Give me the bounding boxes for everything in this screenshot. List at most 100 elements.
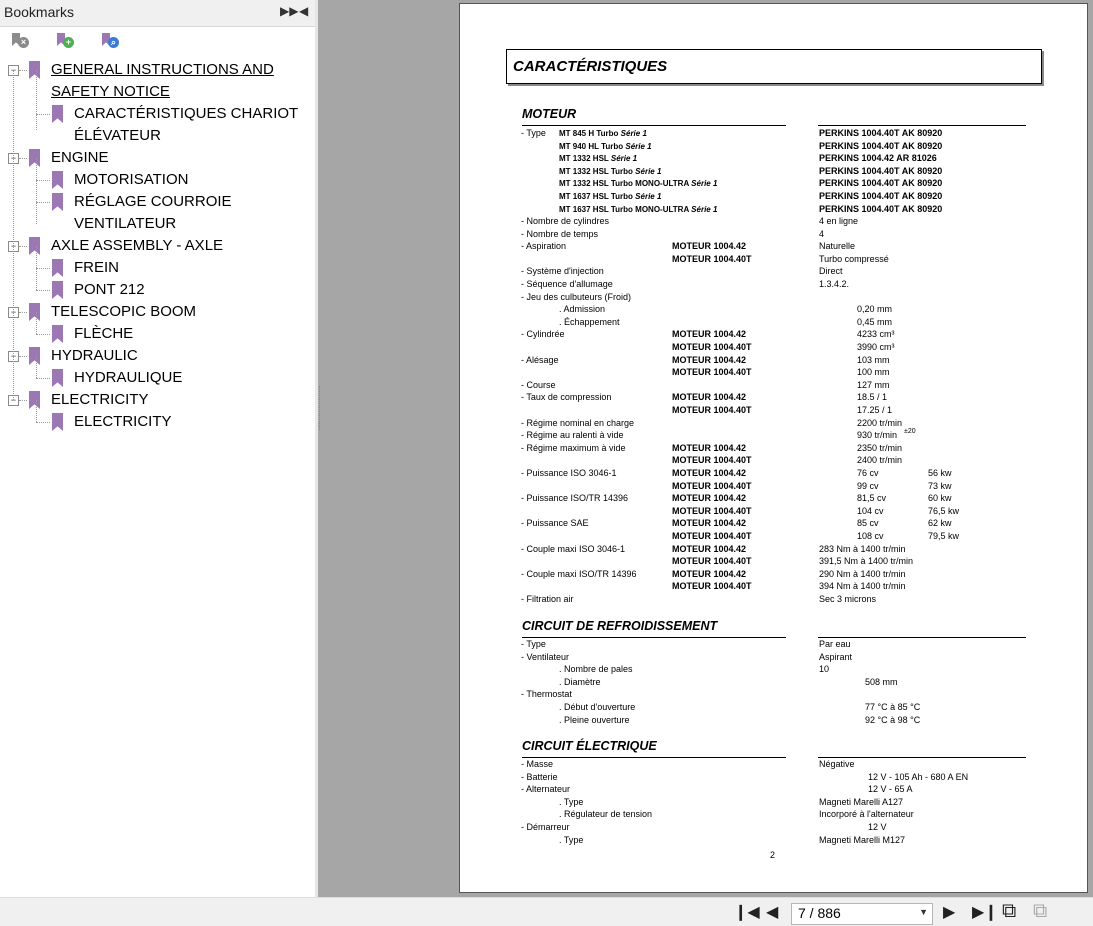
spec-label: . Admission <box>559 304 606 315</box>
delete-icon: × <box>18 37 29 48</box>
spec-value-kw: 56 kw <box>928 468 952 478</box>
bookmark-item[interactable]: − HYDRAULIC <box>0 346 315 368</box>
bookmark-icon <box>29 391 40 409</box>
tree-connector <box>36 202 50 203</box>
bookmark-item[interactable]: VENTILATEUR <box>0 214 315 236</box>
chevron-down-icon: ▼ <box>919 907 928 917</box>
expand-panel-icon[interactable]: ▶▶ <box>280 4 298 18</box>
engine-variant: MOTEUR 1004.42 <box>672 392 747 403</box>
engine-variant: MOTEUR 1004.40T <box>672 367 752 378</box>
bookmark-label: ÉLÉVATEUR <box>74 127 161 144</box>
spec-value-kw: 76,5 kw <box>928 505 960 516</box>
search-icon: ⌕ <box>108 37 119 48</box>
spec-label: - Puissance SAE <box>521 518 589 529</box>
spec-value: 4233 cm³ <box>857 329 895 340</box>
delete-bookmark-button[interactable]: × <box>11 31 31 51</box>
splitter-grip[interactable] <box>319 386 322 430</box>
engine-variant: MOTEUR 1004.40T <box>672 480 752 491</box>
spec-value: 104 cv <box>857 505 884 516</box>
bookmark-item[interactable]: − GENERAL INSTRUCTIONS AND <box>0 60 315 82</box>
model-serie: Série 1 <box>691 179 718 189</box>
bookmark-item[interactable]: MOTORISATION <box>0 170 315 192</box>
bookmark-item[interactable]: ELECTRICITY <box>0 412 315 434</box>
engine-variant: MOTEUR 1004.42 <box>672 493 747 504</box>
spec-label: - Régime maximum à vide <box>521 442 626 453</box>
bookmark-item[interactable]: RÉGLAGE COURROIE <box>0 192 315 214</box>
bookmark-item[interactable]: − AXLE ASSEMBLY - AXLE <box>0 236 315 258</box>
bookmark-item[interactable]: − TELESCOPIC BOOM <box>0 302 315 324</box>
page-selector[interactable]: 7 / 886 ▼ <box>791 903 933 925</box>
bookmark-icon <box>29 237 40 255</box>
model-name-text: MT 845 H Turbo <box>559 129 619 138</box>
bookmarks-panel: Bookmarks ▶▶ ◀ × + ⌕ − GENERAL INSTRUCTIO… <box>0 0 315 897</box>
bookmark-label: CARACTÉRISTIQUES CHARIOT <box>74 105 299 122</box>
spec-label: . Début d'ouverture <box>559 702 636 712</box>
previous-page-button[interactable]: ◀ <box>766 902 778 922</box>
find-bookmark-button[interactable]: ⌕ <box>101 31 121 51</box>
bookmark-item[interactable]: PONT 212 <box>0 280 315 302</box>
tree-connector <box>36 312 37 334</box>
spec-label: - Alésage <box>521 354 559 365</box>
next-page-button[interactable]: ▶ <box>943 902 955 922</box>
bookmark-item[interactable]: CARACTÉRISTIQUES CHARIOT <box>0 104 315 126</box>
bookmark-item[interactable]: FREIN <box>0 258 315 280</box>
spec-value: Naturelle <box>819 241 856 252</box>
tree-connector <box>36 70 37 130</box>
spec-value: 108 cv <box>857 531 884 541</box>
previous-view-icon[interactable]: ⧉ <box>1002 900 1016 923</box>
model-name: MT 940 HL Turbo Série 1 <box>559 141 652 152</box>
spec-value: 930 tr/min <box>857 430 898 441</box>
spec-value: 508 mm <box>865 676 898 687</box>
spec-value: 4 <box>819 228 825 239</box>
engine-reference: PERKINS 1004.40T AK 80920 <box>819 128 943 138</box>
bookmark-icon <box>29 347 40 365</box>
first-page-button[interactable]: ❙◀ <box>734 902 760 922</box>
bookmark-label: MOTORISATION <box>74 171 189 188</box>
model-serie: Série 1 <box>691 204 718 214</box>
section-rule <box>522 637 786 638</box>
add-bookmark-button[interactable]: + <box>56 31 76 51</box>
spec-label: - Démarreur <box>521 822 570 832</box>
spec-value: 10 <box>819 664 830 675</box>
bookmark-item[interactable]: − ELECTRICITY <box>0 390 315 412</box>
collapse-panel-icon[interactable]: ◀ <box>299 4 308 18</box>
bookmark-item[interactable]: SAFETY NOTICE <box>0 82 315 104</box>
model-name: MT 1332 HSL Série 1 <box>559 153 637 164</box>
spec-label: - Course <box>521 379 556 390</box>
model-name: MT 1637 HSL Turbo MONO-ULTRA Série 1 <box>559 204 717 215</box>
spec-label: - Alternateur <box>521 784 571 795</box>
tree-connector <box>19 356 27 357</box>
spec-value: 394 Nm à 1400 tr/min <box>819 581 906 592</box>
spec-label: - Puissance ISO/TR 14396 <box>521 493 629 504</box>
tolerance-note: ±20 <box>904 428 916 436</box>
page-number: 2 <box>770 850 776 860</box>
spec-value: 92 °C à 98 °C <box>865 714 921 725</box>
next-view-icon[interactable]: ⧉ <box>1033 900 1047 923</box>
tree-connector <box>36 180 50 181</box>
spec-value: Négative <box>819 759 855 769</box>
spec-value-kw: 60 kw <box>928 493 952 504</box>
model-name-text: MT 940 HL Turbo <box>559 141 624 151</box>
engine-variant: MOTEUR 1004.40T <box>672 342 752 352</box>
bookmark-item[interactable]: FLÈCHE <box>0 324 315 346</box>
spec-value: 17.25 / 1 <box>857 405 893 415</box>
model-name-text: MT 1637 HSL Turbo MONO-ULTRA <box>559 204 689 214</box>
engine-variant: MOTEUR 1004.42 <box>672 518 747 529</box>
spec-label: - Régime nominal en charge <box>521 417 635 428</box>
spec-value: 4 en ligne <box>819 216 859 226</box>
spec-label: - Filtration air <box>521 594 574 604</box>
bookmark-icon <box>29 303 40 321</box>
spec-label: - Batterie <box>521 771 558 782</box>
spec-value: 99 cv <box>857 480 879 491</box>
bookmark-item[interactable]: HYDRAULIQUE <box>0 368 315 390</box>
spec-label: - Aspiration <box>521 241 567 252</box>
engine-variant: MOTEUR 1004.40T <box>672 531 752 541</box>
tree-connector <box>13 70 14 400</box>
bookmark-item[interactable]: − ENGINE <box>0 148 315 170</box>
bookmark-label: ELECTRICITY <box>74 413 172 430</box>
engine-reference: PERKINS 1004.40T AK 80920 <box>819 140 943 151</box>
last-page-button[interactable]: ▶❙ <box>972 902 998 922</box>
model-name-text: MT 1637 HSL Turbo <box>559 192 633 201</box>
bookmark-item[interactable]: ÉLÉVATEUR <box>0 126 315 148</box>
engine-variant: MOTEUR 1004.42 <box>672 241 747 252</box>
